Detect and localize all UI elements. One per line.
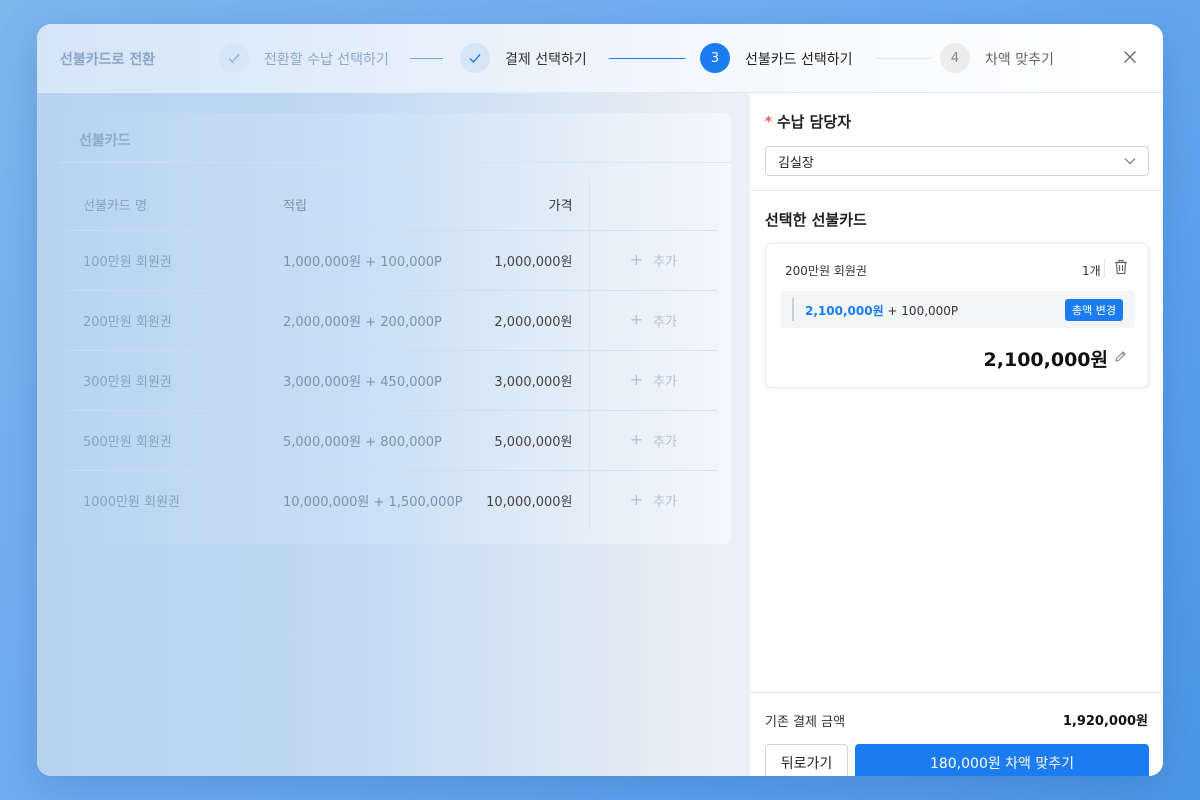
existing-payment-label: 기존 결제 금액 (765, 715, 846, 730)
plus-icon: + (629, 310, 643, 329)
selected-card-qty: 1개 (1082, 264, 1101, 278)
divider (61, 162, 731, 163)
add-card-button[interactable]: + 추가 (630, 431, 677, 450)
modal-header: 선불카드로 전환 전환할 수납 선택하기 결제 선택하기 3 선불카드 선택하기… (37, 24, 1163, 93)
add-label: 추가 (652, 254, 677, 270)
add-card-button[interactable]: + 추가 (630, 251, 677, 270)
step-2-check-icon (460, 43, 490, 73)
manager-select[interactable]: 김실장 (765, 146, 1149, 176)
modal-title: 선불카드로 전환 (60, 52, 156, 68)
card-amount: 2,100,000원 + 100,000P (805, 302, 958, 319)
selected-cards-title: 선택한 선불카드 (765, 211, 867, 229)
step-1-label: 전환할 수납 선택하기 (264, 52, 389, 68)
table-header-row: 선불카드 명 적립 가격 (67, 179, 717, 230)
step-3-label: 선불카드 선택하기 (745, 52, 853, 68)
step-connector (410, 58, 443, 59)
plus-icon: + (629, 370, 643, 389)
add-label: 추가 (652, 314, 677, 330)
column-header-reward: 적립 (283, 198, 307, 214)
add-card-button[interactable]: + 추가 (630, 491, 677, 510)
card-name-cell: 1000만원 회원권 (67, 469, 267, 530)
divider (750, 190, 1163, 191)
selected-card-item: 200만원 회원권 1개 2,100,000원 + 100,000P 총액 변경… (765, 243, 1149, 388)
trash-icon (1114, 259, 1128, 279)
card-name-cell: 300만원 회원권 (67, 349, 267, 410)
card-amount-points: + 100,000P (883, 304, 959, 318)
table-row: 200만원 회원권 2,000,000원 + 200,000P 2,000,00… (67, 289, 717, 350)
edit-total-button[interactable] (1114, 348, 1127, 367)
card-price-cell: 2,000,000원 (453, 289, 589, 350)
divider (792, 298, 794, 321)
table-row: 100만원 회원권 1,000,000원 + 100,000P 1,000,00… (67, 229, 717, 290)
prepaid-card-panel: 선불카드 선불카드 명 적립 가격 100만원 회원권 1,000,000원 +… (37, 93, 750, 776)
add-card-button[interactable]: + 추가 (630, 371, 677, 390)
step-connector (609, 58, 685, 59)
add-card-button[interactable]: + 추가 (630, 311, 677, 330)
manager-label: * 수납 담당자 (765, 111, 851, 132)
add-label: 추가 (652, 434, 677, 450)
card-name-cell: 100만원 회원권 (67, 229, 267, 290)
card-price-cell: 10,000,000원 (453, 469, 589, 530)
manager-select-value: 김실장 (778, 155, 814, 171)
existing-payment-amount: 1,920,000원 (1062, 714, 1148, 729)
summary-panel: * 수납 담당자 김실장 선택한 선불카드 200만원 회원권 1개 2,100,… (750, 93, 1163, 776)
step-4-number: 4 (940, 43, 970, 73)
prepaid-card-table: 선불카드 명 적립 가격 100만원 회원권 1,000,000원 + 100,… (67, 179, 717, 530)
delete-button[interactable] (1114, 259, 1128, 279)
pencil-icon (1114, 348, 1127, 367)
step-3-number: 3 (700, 43, 730, 73)
add-label: 추가 (652, 494, 677, 510)
plus-icon: + (629, 490, 643, 510)
selected-card-total: 2,100,000원 (983, 349, 1108, 371)
change-total-button[interactable]: 총액 변경 (1065, 299, 1123, 321)
selected-card-name: 200만원 회원권 (785, 264, 867, 278)
card-name-cell: 500만원 회원권 (67, 409, 267, 470)
step-connector (875, 58, 931, 59)
column-header-name: 선불카드 명 (83, 198, 147, 214)
card-reward-cell: 5,000,000원 + 800,000P (267, 409, 454, 470)
card-reward-cell: 1,000,000원 + 100,000P (267, 229, 454, 290)
card-reward-cell: 3,000,000원 + 450,000P (267, 349, 454, 410)
close-button[interactable] (1120, 48, 1140, 68)
match-difference-button[interactable]: 180,000원 차액 맞추기 (855, 744, 1149, 776)
card-amount-highlight: 2,100,000원 (805, 304, 884, 318)
divider (1104, 258, 1105, 278)
manager-label-text: 수납 담당자 (776, 113, 852, 131)
step-4-label: 차액 맞추기 (985, 52, 1054, 68)
column-header-price: 가격 (453, 179, 589, 230)
card-name-cell: 200만원 회원권 (67, 289, 267, 350)
add-label: 추가 (652, 374, 677, 390)
column-header-action (588, 179, 717, 230)
card-amount-box: 2,100,000원 + 100,000P 총액 변경 (781, 291, 1135, 328)
close-icon (1123, 49, 1137, 68)
divider (750, 692, 1163, 693)
card-reward-cell: 2,000,000원 + 200,000P (267, 289, 454, 350)
required-mark: * (765, 115, 772, 130)
step-2-label: 결제 선택하기 (505, 52, 587, 68)
step-1-check-icon (219, 43, 249, 73)
card-price-cell: 1,000,000원 (453, 229, 589, 290)
card-price-cell: 5,000,000원 (453, 409, 589, 470)
convert-modal: 선불카드로 전환 전환할 수납 선택하기 결제 선택하기 3 선불카드 선택하기… (37, 24, 1163, 776)
plus-icon: + (629, 250, 643, 269)
table-row: 300만원 회원권 3,000,000원 + 450,000P 3,000,00… (67, 349, 717, 410)
table-row: 500만원 회원권 5,000,000원 + 800,000P 5,000,00… (67, 409, 717, 470)
plus-icon: + (629, 430, 643, 449)
back-button[interactable]: 뒤로가기 (765, 744, 848, 776)
prepaid-card-list: 선불카드 선불카드 명 적립 가격 100만원 회원권 1,000,000원 +… (61, 113, 731, 544)
card-reward-cell: 10,000,000원 + 1,500,000P (267, 469, 463, 530)
prepaid-card-title: 선불카드 (79, 133, 131, 149)
card-price-cell: 3,000,000원 (453, 349, 589, 410)
table-row: 1000만원 회원권 10,000,000원 + 1,500,000P 10,0… (67, 469, 717, 530)
chevron-down-icon (1124, 154, 1136, 169)
